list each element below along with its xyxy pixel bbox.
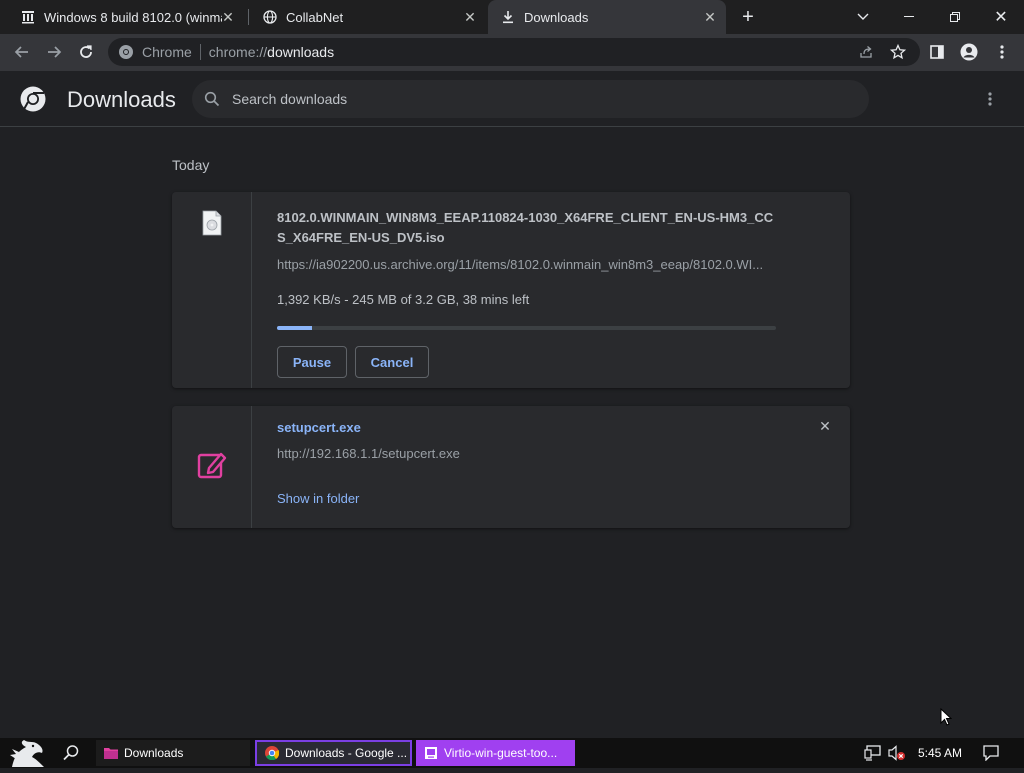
close-tab-icon[interactable]: ✕ [462, 9, 478, 25]
taskbar-item-label: Virtio-win-guest-too... [444, 746, 558, 760]
network-icon[interactable] [864, 745, 882, 766]
iso-file-icon [202, 210, 222, 241]
clock[interactable]: 5:45 AM [918, 746, 962, 760]
share-icon[interactable] [852, 38, 880, 66]
url-host: downloads [267, 44, 335, 60]
taskbar-item-label: Downloads - Google ... [285, 746, 408, 760]
file-url[interactable]: https://ia902200.us.archive.org/11/items… [277, 257, 777, 272]
taskbar-search-icon[interactable] [62, 744, 80, 767]
edit-file-icon [197, 450, 227, 485]
volume-muted-icon[interactable] [888, 745, 906, 766]
dragon-start-icon[interactable] [8, 739, 48, 768]
downloads-header: Downloads [0, 71, 1024, 127]
close-window-icon[interactable]: ✕ [978, 0, 1024, 34]
tab-windows8-archive[interactable]: Windows 8 build 8102.0 (winmain ✕ [8, 0, 244, 34]
forward-icon[interactable] [40, 38, 68, 66]
search-icon [204, 91, 220, 107]
chrome-logo-icon [20, 86, 46, 117]
url-scheme: chrome:// [208, 44, 268, 60]
tab-search-icon[interactable] [840, 0, 886, 34]
back-icon[interactable] [8, 38, 36, 66]
search-box[interactable] [192, 80, 869, 118]
site-label: Chrome [142, 44, 192, 60]
pause-button[interactable]: Pause [277, 346, 347, 378]
profile-avatar-icon[interactable] [955, 38, 983, 66]
reload-icon[interactable] [72, 38, 100, 66]
tab-label: Downloads [524, 9, 589, 25]
file-icon-column [172, 406, 252, 528]
browser-menu-icon[interactable] [988, 38, 1016, 66]
download-status: 1,392 KB/s - 245 MB of 3.2 GB, 38 mins l… [277, 292, 530, 307]
date-section-label: Today [172, 157, 210, 173]
file-name-link[interactable]: setupcert.exe [277, 420, 361, 435]
mouse-cursor-icon [940, 707, 953, 731]
download-progress-bar [277, 326, 776, 330]
site-info[interactable]: Chrome [118, 44, 192, 60]
download-item: setupcert.exe http://192.168.1.1/setupce… [172, 406, 850, 528]
chrome-icon [265, 746, 279, 760]
close-tab-icon[interactable]: ✕ [702, 9, 718, 25]
address-bar[interactable]: Chrome chrome://downloads [108, 38, 920, 66]
search-input[interactable] [232, 91, 832, 107]
show-in-folder-link[interactable]: Show in folder [277, 491, 359, 506]
download-icon [500, 9, 516, 25]
taskbar: Downloads Downloads - Google ... Virtio-… [0, 738, 1024, 768]
taskbar-item-downloads-folder[interactable]: Downloads [96, 740, 250, 766]
new-tab-button[interactable]: + [726, 0, 770, 34]
file-icon-column [172, 192, 252, 388]
tab-label: CollabNet [286, 9, 344, 25]
tab-downloads[interactable]: Downloads ✕ [488, 0, 726, 34]
archive-icon [20, 9, 36, 25]
downloads-list: Today 8102.0.WINMAIN_WIN8M3_EEAP.110824-… [0, 128, 1024, 738]
omnibox-separator [199, 44, 201, 60]
more-actions-icon[interactable] [982, 89, 998, 109]
restore-icon[interactable] [932, 0, 978, 34]
file-url[interactable]: http://192.168.1.1/setupcert.exe [277, 446, 460, 461]
tab-strip: Windows 8 build 8102.0 (winmain ✕ Collab… [0, 0, 1024, 34]
cancel-button[interactable]: Cancel [355, 346, 429, 378]
minimize-icon[interactable] [886, 0, 932, 34]
download-item: 8102.0.WINMAIN_WIN8M3_EEAP.110824-1030_X… [172, 192, 850, 388]
bookmark-star-icon[interactable] [884, 38, 912, 66]
side-panel-icon[interactable] [923, 38, 951, 66]
url-text: chrome://downloads [209, 44, 334, 60]
taskbar-item-label: Downloads [124, 746, 184, 760]
globe-icon [262, 9, 278, 25]
taskbar-item-virtio[interactable]: Virtio-win-guest-too... [416, 740, 575, 766]
tab-label: Windows 8 build 8102.0 (winmain [44, 9, 222, 25]
download-progress-fill [277, 326, 312, 330]
installer-icon [424, 746, 438, 760]
tab-collabnet[interactable]: CollabNet ✕ [250, 0, 486, 34]
tab-separator [248, 9, 249, 25]
folder-icon [104, 746, 118, 760]
file-name[interactable]: 8102.0.WINMAIN_WIN8M3_EEAP.110824-1030_X… [277, 208, 777, 248]
chrome-icon [118, 44, 134, 60]
remove-from-list-icon[interactable]: ✕ [817, 418, 833, 434]
page-title: Downloads [67, 87, 176, 112]
browser-toolbar: Chrome chrome://downloads [0, 34, 1024, 71]
notifications-icon[interactable] [983, 745, 999, 766]
taskbar-item-chrome[interactable]: Downloads - Google ... [255, 740, 412, 766]
close-tab-icon[interactable]: ✕ [220, 9, 236, 25]
